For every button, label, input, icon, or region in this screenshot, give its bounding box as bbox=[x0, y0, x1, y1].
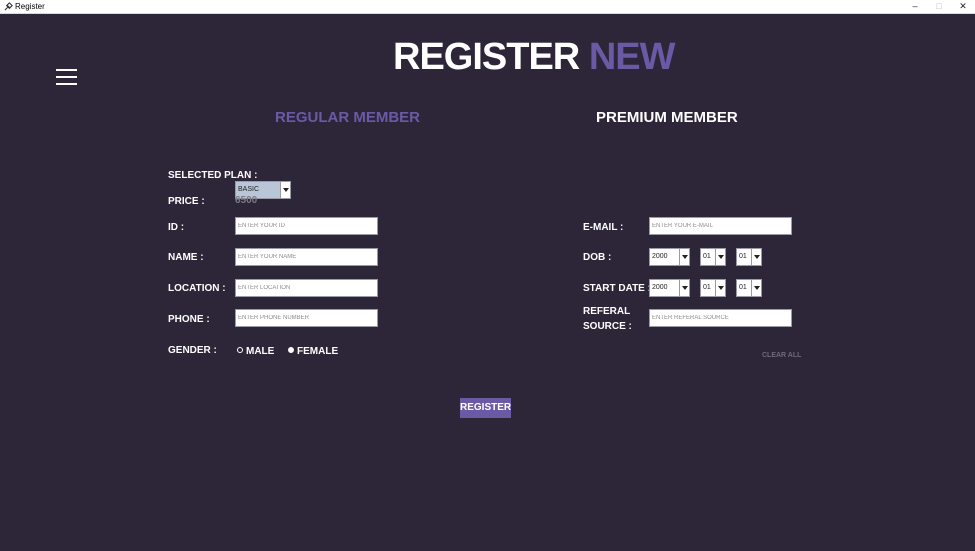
start-day-value: 01 bbox=[739, 284, 747, 291]
chevron-down-icon bbox=[715, 249, 725, 265]
chevron-down-icon bbox=[280, 182, 290, 198]
email-label: E-MAIL : bbox=[583, 222, 624, 233]
window-titlebar: Register – □ ✕ bbox=[0, 0, 975, 14]
email-input[interactable] bbox=[649, 217, 792, 235]
phone-input[interactable] bbox=[235, 309, 378, 327]
dob-year-select[interactable]: 2000 bbox=[649, 248, 690, 266]
dob-year-value: 2000 bbox=[652, 253, 668, 260]
referal-label-line1: REFERAL bbox=[583, 306, 631, 317]
location-label: LOCATION : bbox=[168, 283, 226, 294]
tab-regular-member[interactable]: REGULAR MEMBER bbox=[275, 109, 420, 127]
start-date-label: START DATE : bbox=[583, 283, 651, 294]
gender-radio-male[interactable]: MALE bbox=[237, 346, 274, 357]
app-icon bbox=[4, 2, 13, 11]
name-input[interactable] bbox=[235, 248, 378, 266]
radio-empty-icon bbox=[237, 347, 243, 353]
gender-male-label: MALE bbox=[246, 346, 275, 357]
close-button[interactable]: ✕ bbox=[951, 0, 975, 14]
id-input[interactable] bbox=[235, 217, 378, 235]
chevron-down-icon bbox=[679, 280, 689, 296]
gender-female-label: FEMALE bbox=[297, 346, 339, 357]
chevron-down-icon bbox=[751, 249, 761, 265]
maximize-button[interactable]: □ bbox=[927, 0, 951, 14]
tab-premium-member[interactable]: PREMIUM MEMBER bbox=[596, 109, 738, 127]
register-screen: REGISTER NEW REGULAR MEMBER PREMIUM MEMB… bbox=[0, 15, 975, 551]
minimize-button[interactable]: – bbox=[903, 0, 927, 14]
page-title: REGISTER NEW bbox=[393, 36, 676, 78]
dob-day-value: 01 bbox=[739, 253, 747, 260]
plan-select-value: BASIC bbox=[238, 186, 260, 193]
chevron-down-icon bbox=[679, 249, 689, 265]
id-label: ID : bbox=[168, 222, 185, 233]
start-year-value: 2000 bbox=[652, 284, 668, 291]
chevron-down-icon bbox=[715, 280, 725, 296]
dob-month-value: 01 bbox=[703, 253, 711, 260]
window-title: Register bbox=[15, 2, 45, 11]
dob-month-select[interactable]: 01 bbox=[700, 248, 726, 266]
start-month-value: 01 bbox=[703, 284, 711, 291]
price-value: 6500 bbox=[235, 195, 258, 206]
start-day-select[interactable]: 01 bbox=[736, 279, 762, 297]
name-label: NAME : bbox=[168, 252, 204, 263]
gender-label: GENDER : bbox=[168, 345, 217, 356]
menu-icon[interactable] bbox=[56, 69, 77, 85]
phone-label: PHONE : bbox=[168, 314, 210, 325]
referal-source-input[interactable] bbox=[649, 309, 792, 327]
page-title-part1: REGISTER bbox=[393, 36, 580, 78]
gender-radio-female[interactable]: FEMALE bbox=[288, 346, 338, 357]
page-title-part2: NEW bbox=[588, 36, 676, 78]
register-button[interactable]: REGISTER bbox=[460, 398, 511, 418]
price-label: PRICE : bbox=[168, 196, 205, 207]
location-input[interactable] bbox=[235, 279, 378, 297]
dob-label: DOB : bbox=[583, 252, 612, 263]
dob-day-select[interactable]: 01 bbox=[736, 248, 762, 266]
start-month-select[interactable]: 01 bbox=[700, 279, 726, 297]
start-year-select[interactable]: 2000 bbox=[649, 279, 690, 297]
chevron-down-icon bbox=[751, 280, 761, 296]
radio-selected-icon bbox=[288, 347, 294, 353]
referal-label-line2: SOURCE : bbox=[583, 321, 632, 332]
clear-all-button[interactable]: CLEAR ALL bbox=[762, 352, 801, 359]
